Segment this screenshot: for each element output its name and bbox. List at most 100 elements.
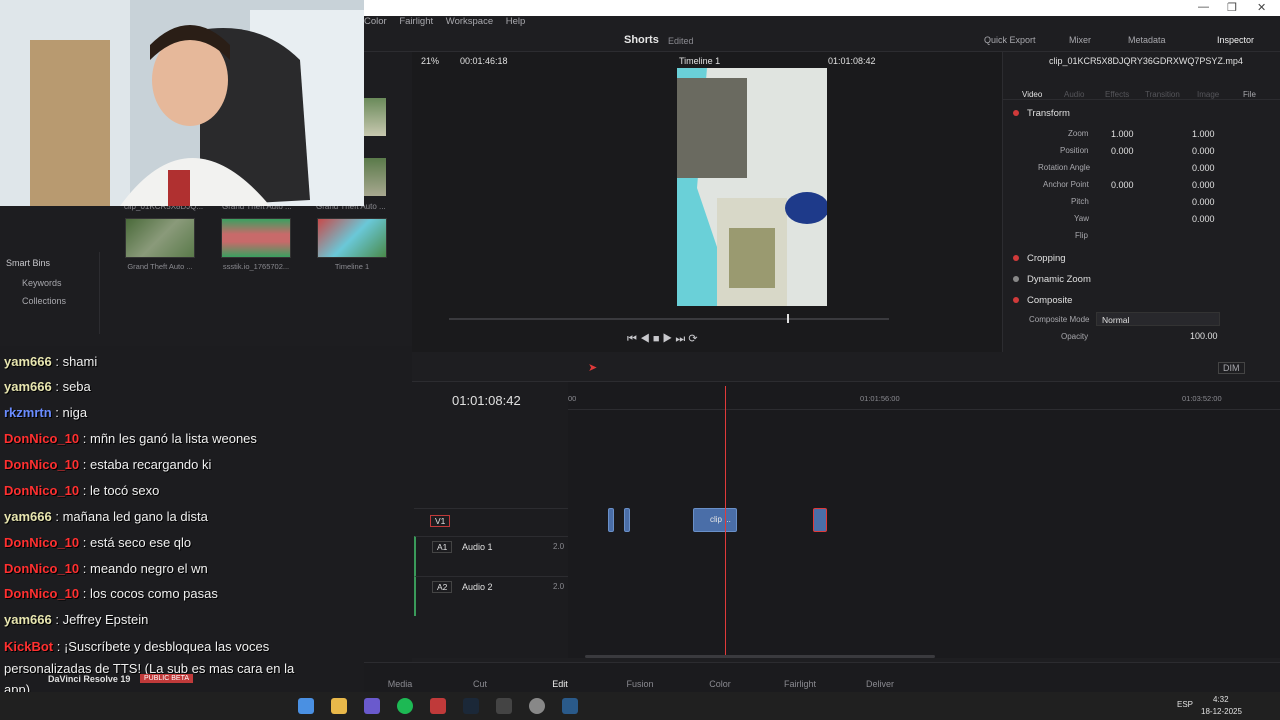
anchor-x-value[interactable]: 0.000 xyxy=(1111,180,1134,190)
chat-nick[interactable]: yam666 xyxy=(4,612,52,627)
media-thumb[interactable] xyxy=(221,218,291,258)
nav-fusion[interactable]: Fusion xyxy=(610,679,670,689)
chat-message: DonNico_10 : meando negro el wn xyxy=(4,561,208,576)
spotify-icon[interactable] xyxy=(397,698,413,714)
select-tool-icon[interactable]: ➤ xyxy=(588,361,597,374)
nav-deliver[interactable]: Deliver xyxy=(850,679,910,689)
tab-file[interactable]: File xyxy=(1243,90,1256,99)
media-thumb-partial[interactable] xyxy=(364,158,386,196)
tab-image[interactable]: Image xyxy=(1197,90,1219,99)
minimize-button[interactable]: — xyxy=(1198,1,1209,13)
viewer-duration: 00:01:46:18 xyxy=(460,56,508,66)
position-y-value[interactable]: 0.000 xyxy=(1192,146,1215,156)
track-id[interactable]: A2 xyxy=(432,581,453,593)
discord-icon[interactable] xyxy=(364,698,380,714)
chat-nick[interactable]: DonNico_10 xyxy=(4,457,79,472)
obs-icon[interactable] xyxy=(529,698,545,714)
timeline-scrollbar[interactable] xyxy=(585,655,935,658)
chat-nick[interactable]: DonNico_10 xyxy=(4,483,79,498)
chat-text: los cocos como pasas xyxy=(89,586,218,601)
input-language[interactable]: ESP xyxy=(1177,700,1193,709)
menu-help[interactable]: Help xyxy=(506,16,526,27)
chrome-icon[interactable] xyxy=(298,698,314,714)
anchor-y-value[interactable]: 0.000 xyxy=(1192,180,1215,190)
media-thumb-partial[interactable] xyxy=(364,98,386,136)
collections-item[interactable]: Collections xyxy=(22,296,66,306)
keywords-item[interactable]: Keywords xyxy=(22,278,62,288)
scrubber-bar[interactable] xyxy=(449,318,889,320)
chat-nick[interactable]: rkzmrtn xyxy=(4,405,52,420)
timeline-clip-selected[interactable]: clip ... xyxy=(693,508,737,532)
restore-button[interactable]: ❐ xyxy=(1227,1,1237,14)
clock-time[interactable]: 4:32 xyxy=(1213,695,1229,704)
yaw-value[interactable]: 0.000 xyxy=(1192,214,1215,224)
app-name: DaVinci Resolve 19 xyxy=(48,674,131,684)
scrubber-handle[interactable] xyxy=(787,314,789,323)
menu-color[interactable]: Color xyxy=(364,16,387,27)
track-id[interactable]: V1 xyxy=(430,515,451,527)
steam-icon[interactable] xyxy=(463,698,479,714)
chat-nick[interactable]: DonNico_10 xyxy=(4,431,79,446)
playhead[interactable] xyxy=(725,386,726,658)
chat-text: niga xyxy=(62,405,88,420)
clock-date[interactable]: 18-12-2025 xyxy=(1201,707,1242,716)
chat-nick[interactable]: yam666 xyxy=(4,354,52,369)
chat-message: DonNico_10 : le tocó sexo xyxy=(4,483,160,498)
nav-cut[interactable]: Cut xyxy=(450,679,510,689)
quick-export-button[interactable]: Quick Export xyxy=(984,35,1036,45)
chat-text: meando negro el wn xyxy=(89,561,208,576)
timeline-clip[interactable] xyxy=(608,508,614,532)
inspector-button[interactable]: Inspector xyxy=(1217,35,1254,45)
chat-nick[interactable]: DonNico_10 xyxy=(4,561,79,576)
zoom-x-value[interactable]: 1.000 xyxy=(1111,129,1134,139)
rotation-value[interactable]: 0.000 xyxy=(1192,163,1215,173)
viewer-zoom[interactable]: 21% xyxy=(421,56,439,66)
anchor-label: Anchor Point xyxy=(1043,180,1089,189)
timeline-area[interactable]: 00 01:01:56:00 01:03:52:00 clip ... xyxy=(568,382,1280,658)
timeline-clip[interactable] xyxy=(624,508,630,532)
opacity-value[interactable]: 100.00 xyxy=(1190,331,1218,341)
zoom-y-value[interactable]: 1.000 xyxy=(1192,129,1215,139)
chat-text: está seco ese qlo xyxy=(89,535,192,550)
nav-media[interactable]: Media xyxy=(370,679,430,689)
chat-nick[interactable]: yam666 xyxy=(4,509,52,524)
transport-controls[interactable]: ⏮ ◀ ■ ▶ ⏭ ⟳ xyxy=(627,332,698,346)
app-icon[interactable] xyxy=(430,698,446,714)
nav-edit[interactable]: Edit xyxy=(530,679,590,689)
cropping-section[interactable]: Cropping xyxy=(1013,253,1066,264)
nav-color[interactable]: Color xyxy=(690,679,750,689)
media-thumb[interactable] xyxy=(317,218,387,258)
composite-section[interactable]: Composite xyxy=(1013,295,1072,306)
close-button[interactable]: ✕ xyxy=(1257,1,1266,14)
pitch-value[interactable]: 0.000 xyxy=(1192,197,1215,207)
position-x-value[interactable]: 0.000 xyxy=(1111,146,1134,156)
chat-nick[interactable]: yam666 xyxy=(4,379,52,394)
transform-section[interactable]: Transform xyxy=(1013,108,1070,119)
rotation-label: Rotation Angle xyxy=(1038,163,1091,172)
track-id[interactable]: A1 xyxy=(432,541,453,553)
metadata-button[interactable]: Metadata xyxy=(1128,35,1166,45)
nav-fairlight[interactable]: Fairlight xyxy=(770,679,830,689)
track-name: Audio 2 xyxy=(462,582,493,592)
menu-workspace[interactable]: Workspace xyxy=(446,16,493,27)
tab-audio[interactable]: Audio xyxy=(1064,90,1084,99)
mixer-button[interactable]: Mixer xyxy=(1069,35,1091,45)
dynamic-zoom-section[interactable]: Dynamic Zoom xyxy=(1013,274,1091,285)
viewer-timeline-name[interactable]: Timeline 1 xyxy=(679,56,720,66)
resolve-icon[interactable] xyxy=(562,698,578,714)
tab-effects[interactable]: Effects xyxy=(1105,90,1129,99)
tab-transition[interactable]: Transition xyxy=(1145,90,1180,99)
epic-icon[interactable] xyxy=(496,698,512,714)
tab-video[interactable]: Video xyxy=(1022,90,1042,99)
chat-nick[interactable]: DonNico_10 xyxy=(4,586,79,601)
timeline-ruler[interactable]: 00 01:01:56:00 01:03:52:00 xyxy=(568,382,1280,410)
timeline-clip[interactable] xyxy=(813,508,827,532)
menu-fairlight[interactable]: Fairlight xyxy=(399,16,433,27)
chat-nick[interactable]: KickBot xyxy=(4,639,53,654)
viewer-frame xyxy=(677,68,827,306)
chat-nick[interactable]: DonNico_10 xyxy=(4,535,79,550)
folder-icon[interactable] xyxy=(331,698,347,714)
dim-button[interactable]: DIM xyxy=(1218,362,1245,374)
composite-mode-select[interactable]: Normal xyxy=(1096,312,1220,326)
media-thumb[interactable] xyxy=(125,218,195,258)
